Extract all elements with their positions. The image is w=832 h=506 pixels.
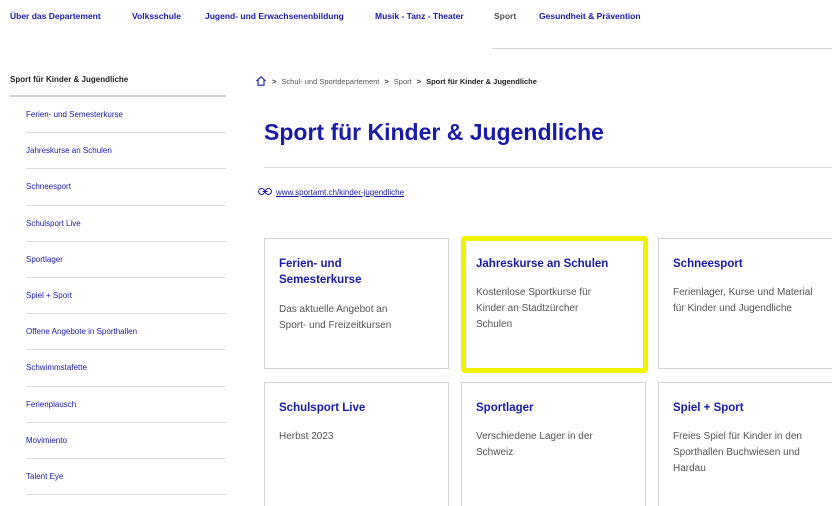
card-description: Freies Spiel für Kinder in den Sporthalle… xyxy=(673,431,802,474)
sidebar-item-jahreskurse[interactable]: Jahreskurse an Schulen xyxy=(26,133,226,170)
sidebar-item-talent-eye[interactable]: Talent Eye xyxy=(26,459,226,496)
sidebar-item-sportlager[interactable]: Sportlager xyxy=(26,242,226,278)
card-description: Ferienlager, Kurse und Material für Kinde… xyxy=(673,287,813,314)
card-schulsport-live[interactable]: Schulsport Live Herbst 2023 xyxy=(264,382,449,506)
card-title: Ferien- und Semesterkurse xyxy=(279,258,362,286)
card-description: Herbst 2023 xyxy=(279,431,334,442)
breadcrumb-separator: > xyxy=(384,76,389,86)
nav-gesundheit-praevention[interactable]: Gesundheit & Prävention xyxy=(539,11,641,21)
sidebar-item-schwimmstafette[interactable]: Schwimmstafette xyxy=(26,350,226,387)
nav-ueber-das-departement[interactable]: Über das Departement xyxy=(10,11,101,21)
sidebar-item-schulsport-live[interactable]: Schulsport Live xyxy=(26,206,226,242)
card-ferien-semesterkurse[interactable]: Ferien- und Semesterkurse Das aktuelle An… xyxy=(264,238,449,369)
home-icon[interactable] xyxy=(255,75,267,87)
highlight-annotation xyxy=(461,236,648,373)
external-link-text[interactable]: www.sportamt.ch/kinder-jugendliche xyxy=(276,188,404,197)
sidebar-item-spiel-sport[interactable]: Spiel + Sport xyxy=(26,278,226,315)
card-title: Sportlager xyxy=(476,402,534,414)
sidebar: Sport für Kinder & Jugendliche Ferien- u… xyxy=(10,70,226,496)
card-title: Schneesport xyxy=(673,258,743,270)
breadcrumb-sport[interactable]: Sport xyxy=(394,77,412,86)
sidebar-item-ferienplausch[interactable]: Ferienplausch xyxy=(26,387,226,423)
card-title: Schulsport Live xyxy=(279,402,366,414)
sidebar-item-offene-angebote[interactable]: Offene Angebote in Sporthallen xyxy=(26,314,226,351)
sidebar-item-schneesport[interactable]: Schneesport xyxy=(26,169,226,206)
nav-jugend-erwachsenenbildung[interactable]: Jugend- und Erwachsenenbildung xyxy=(205,11,344,21)
sidebar-heading[interactable]: Sport für Kinder & Jugendliche xyxy=(10,70,226,97)
sidebar-item-movimiento[interactable]: Movimiento xyxy=(26,423,226,459)
breadcrumb-current: Sport für Kinder & Jugendliche xyxy=(426,76,537,86)
breadcrumb-separator: > xyxy=(416,76,422,86)
card-sportlager[interactable]: Sportlager Verschiedene Lager in der Schw… xyxy=(461,382,646,506)
breadcrumb-separator: > xyxy=(272,76,277,86)
external-link[interactable]: www.sportamt.ch/kinder-jugendliche xyxy=(258,187,404,198)
top-navigation: Über das Departement Volksschule Jugend-… xyxy=(0,0,832,49)
nav-volksschule[interactable]: Volksschule xyxy=(132,11,181,21)
title-divider xyxy=(264,167,832,168)
sidebar-item-ferien-semesterkurse[interactable]: Ferien- und Semesterkurse xyxy=(26,97,226,134)
card-description: Verschiedene Lager in der Schweiz xyxy=(476,431,593,458)
nav-divider xyxy=(492,48,832,49)
card-schneesport[interactable]: Schneesport Ferienlager, Kurse und Mater… xyxy=(658,238,832,369)
sidebar-list: Ferien- und Semesterkurse Jahreskurse an… xyxy=(26,97,226,496)
page-title: Sport für Kinder & Jugendliche xyxy=(264,119,604,145)
breadcrumb: > Schul- und Sportdepartement > Sport > … xyxy=(255,74,537,88)
nav-sport[interactable]: Sport xyxy=(494,11,516,21)
breadcrumb-schul-sportdepartement[interactable]: Schul- und Sportdepartement xyxy=(281,77,379,86)
link-icon xyxy=(258,187,272,198)
card-description: Das aktuelle Angebot an Sport- und Freize… xyxy=(279,304,392,331)
card-title: Spiel + Sport xyxy=(673,402,744,414)
nav-musik-tanz-theater[interactable]: Musik - Tanz - Theater xyxy=(375,11,464,21)
card-spiel-sport[interactable]: Spiel + Sport Freies Spiel für Kinder in… xyxy=(658,382,832,506)
